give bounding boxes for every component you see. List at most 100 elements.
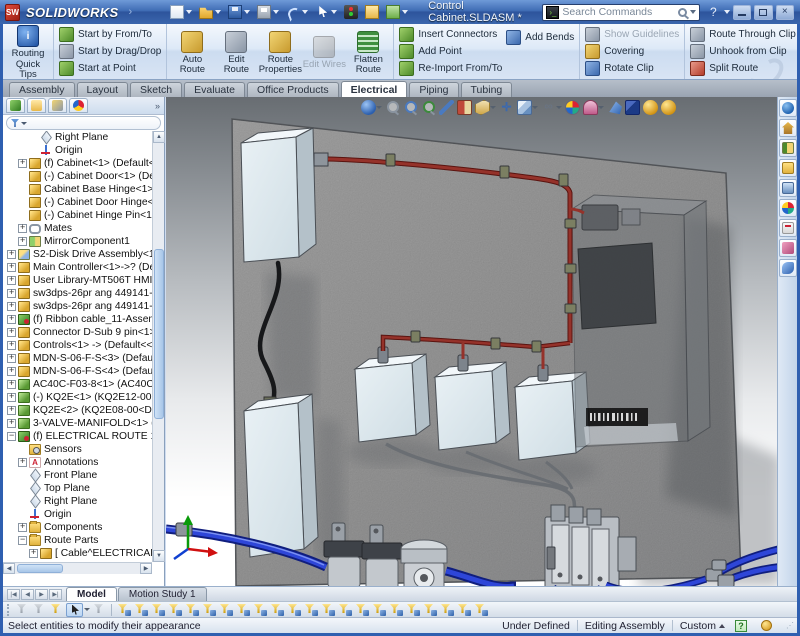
move-with-triad-icon[interactable]: [92, 603, 107, 616]
expand-plus-icon[interactable]: [7, 289, 16, 298]
route-properties-icon[interactable]: Route Properties: [258, 28, 302, 76]
panel-tabs-overflow[interactable]: »: [155, 101, 160, 111]
filter-surface-bodies-icon[interactable]: [167, 603, 182, 616]
propertymanager-tab[interactable]: [27, 98, 46, 113]
tubing[interactable]: Tubing: [461, 82, 513, 97]
display-style-icon[interactable]: [475, 100, 496, 115]
filter-toggle-icon[interactable]: [15, 603, 30, 616]
layout[interactable]: Layout: [77, 82, 129, 97]
featuremanager-tab[interactable]: [6, 98, 25, 113]
expand-plus-icon[interactable]: [18, 159, 27, 168]
tree-item[interactable]: Route Parts: [3, 534, 152, 547]
select-tool-button[interactable]: [66, 603, 83, 617]
filter-datum-targets-icon[interactable]: [422, 603, 437, 616]
expand-plus-icon[interactable]: [29, 549, 38, 558]
zoom-to-selection-icon[interactable]: [439, 100, 454, 115]
expand-plus-icon[interactable]: [7, 263, 16, 272]
filter-datums-icon[interactable]: [388, 603, 403, 616]
toolbar-expand-arrow[interactable]: ›: [129, 6, 133, 18]
expand-plus-icon[interactable]: [7, 406, 16, 415]
rotate-clip-icon[interactable]: Rotate Clip: [585, 61, 679, 76]
filter-notes-icon[interactable]: [371, 603, 386, 616]
sketch[interactable]: Sketch: [130, 82, 182, 97]
toolbar-grip[interactable]: [7, 604, 10, 616]
model[interactable]: Model: [66, 587, 117, 601]
expand-plus-icon[interactable]: [7, 419, 16, 428]
tree-item[interactable]: sw3dps-26pr ang 449141-6-1: [3, 300, 152, 313]
scroll-left-icon[interactable]: ◀: [3, 563, 15, 574]
zoom-to-area-icon[interactable]: [421, 100, 436, 115]
filter-midpoints-icon[interactable]: [269, 603, 284, 616]
filter-centerlines-icon[interactable]: [303, 603, 318, 616]
tree-item[interactable]: Cabinet Base Hinge<1> (: [3, 183, 152, 196]
insert-connectors-icon[interactable]: Insert Connectors: [399, 27, 502, 42]
show-guidelines-icon[interactable]: Show Guidelines: [585, 27, 679, 42]
filter-dimensions-icon[interactable]: [320, 603, 335, 616]
expand-plus-icon[interactable]: [7, 341, 16, 350]
view-orientation-sphere-icon[interactable]: [361, 100, 382, 115]
tree-item[interactable]: [ Cable^ELECTRICAL: [3, 547, 152, 560]
tree-horizontal-scrollbar[interactable]: ◀ ▶: [3, 562, 152, 574]
tree-item[interactable]: (-) KQ2E<1> (KQ2E12-00<<D: [3, 391, 152, 404]
tree-item[interactable]: Front Plane: [3, 469, 152, 482]
assembly[interactable]: Assembly: [9, 82, 75, 97]
tree-item[interactable]: Annotations: [3, 456, 152, 469]
expand-plus-icon[interactable]: [7, 367, 16, 376]
start-drag-drop-icon[interactable]: Start by Drag/Drop: [59, 44, 161, 59]
expand-plus-icon[interactable]: [7, 354, 16, 363]
tree-item[interactable]: Mates: [3, 222, 152, 235]
expand-minus-icon[interactable]: [7, 432, 16, 441]
undo-icon[interactable]: [284, 4, 310, 20]
custom-properties-icon[interactable]: [779, 219, 797, 237]
expand-plus-icon[interactable]: [7, 393, 16, 402]
tree-item[interactable]: sw3dps-26pr ang 449141-6-1: [3, 287, 152, 300]
tree-item[interactable]: Sensors: [3, 443, 152, 456]
file-properties-icon[interactable]: [363, 4, 381, 20]
tree-item[interactable]: MDN-S-06-F-S<3> (Default<: [3, 352, 152, 365]
tree-item[interactable]: (f) Cabinet<1> (Default<: [3, 157, 152, 170]
open-icon[interactable]: [197, 4, 223, 20]
tag-icon[interactable]: [761, 620, 772, 631]
expand-plus-icon[interactable]: [7, 315, 16, 324]
expand-plus-icon[interactable]: [7, 328, 16, 337]
pan-icon[interactable]: ✛: [499, 100, 514, 115]
tree-item[interactable]: 3-VALVE-MANIFOLD<1> (D: [3, 417, 152, 430]
filter-planes-icon[interactable]: [218, 603, 233, 616]
help-dropdown-icon[interactable]: [724, 10, 730, 14]
filter-routing-points-icon[interactable]: [473, 603, 488, 616]
graphics-viewport[interactable]: ✛ ∞: [166, 97, 780, 586]
apply-scene-icon[interactable]: [583, 100, 604, 115]
add-point-icon[interactable]: Add Point: [399, 44, 502, 59]
start-at-point-icon[interactable]: Start at Point: [59, 61, 161, 76]
tree-item[interactable]: (-) Cabinet Door<1> (Def: [3, 170, 152, 183]
filter-solid-bodies-icon[interactable]: [184, 603, 199, 616]
filter-sketch-points-icon[interactable]: [235, 603, 250, 616]
resize-grip[interactable]: ⋰: [786, 621, 795, 630]
select-icon[interactable]: [313, 4, 339, 20]
tree-item[interactable]: AC40C-F03-8<1> (AC40C-F0: [3, 378, 152, 391]
search-commands-box[interactable]: ›_ Search Commands: [542, 4, 700, 21]
tree-item[interactable]: Top Plane: [3, 482, 152, 495]
tree-vertical-scrollbar[interactable]: ▲ ▼: [152, 131, 164, 562]
filter-center-marks-icon[interactable]: [286, 603, 301, 616]
filter-vertices-icon[interactable]: [116, 603, 131, 616]
tree-item[interactable]: Origin: [3, 144, 152, 157]
edit-route-icon[interactable]: Edit Route: [214, 28, 258, 76]
horizontal-scroll-thumb[interactable]: [17, 564, 63, 573]
appearances-scenes-icon[interactable]: [779, 199, 797, 217]
reimport-from-to-icon[interactable]: Re-Import From/To: [399, 61, 502, 76]
configurationmanager-tab[interactable]: [48, 98, 67, 113]
displaymanager-tab[interactable]: [69, 98, 88, 113]
tree-item[interactable]: Main Controller<1>->? (Def: [3, 261, 152, 274]
filter-edges-icon[interactable]: [133, 603, 148, 616]
filter-axes-icon[interactable]: [201, 603, 216, 616]
solidworks-resources-icon[interactable]: [779, 99, 797, 117]
view-settings-icon[interactable]: [607, 100, 622, 115]
tree-item[interactable]: Origin: [3, 508, 152, 521]
save-icon[interactable]: [226, 4, 252, 20]
select-dropdown-icon[interactable]: [84, 608, 90, 611]
motion-study-1[interactable]: Motion Study 1: [118, 587, 207, 601]
electrical[interactable]: Electrical: [341, 81, 408, 97]
tree-item[interactable]: Right Plane: [3, 131, 152, 144]
route-through-clip-icon[interactable]: Route Through Clip: [690, 27, 796, 42]
